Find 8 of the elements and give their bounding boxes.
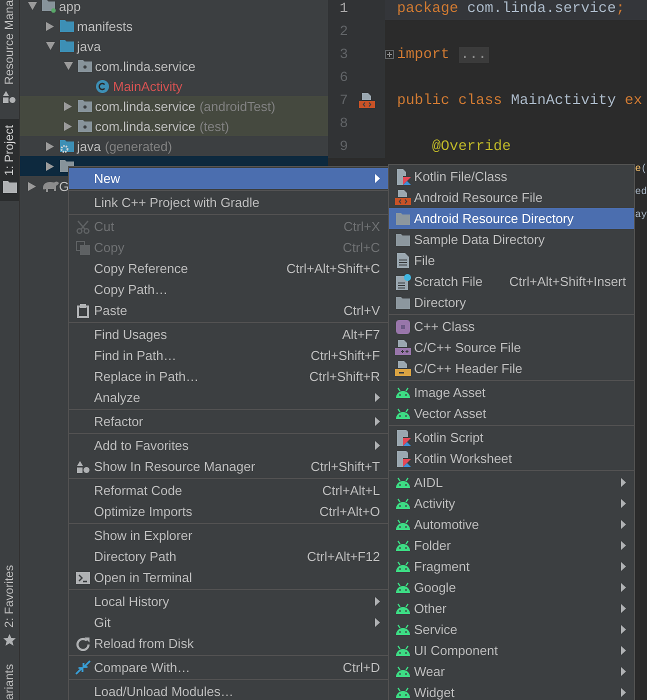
code-line: public class MainActivity ex <box>397 92 642 108</box>
code-line: @Override <box>431 138 511 154</box>
code-fragment: ed <box>635 187 647 198</box>
code-line: package com.linda.service; <box>397 0 625 16</box>
line-number: 1 <box>338 0 348 16</box>
code-fragment: e( <box>635 164 647 175</box>
code-line: import ... <box>397 46 489 62</box>
code-fragment: ay <box>635 210 647 221</box>
